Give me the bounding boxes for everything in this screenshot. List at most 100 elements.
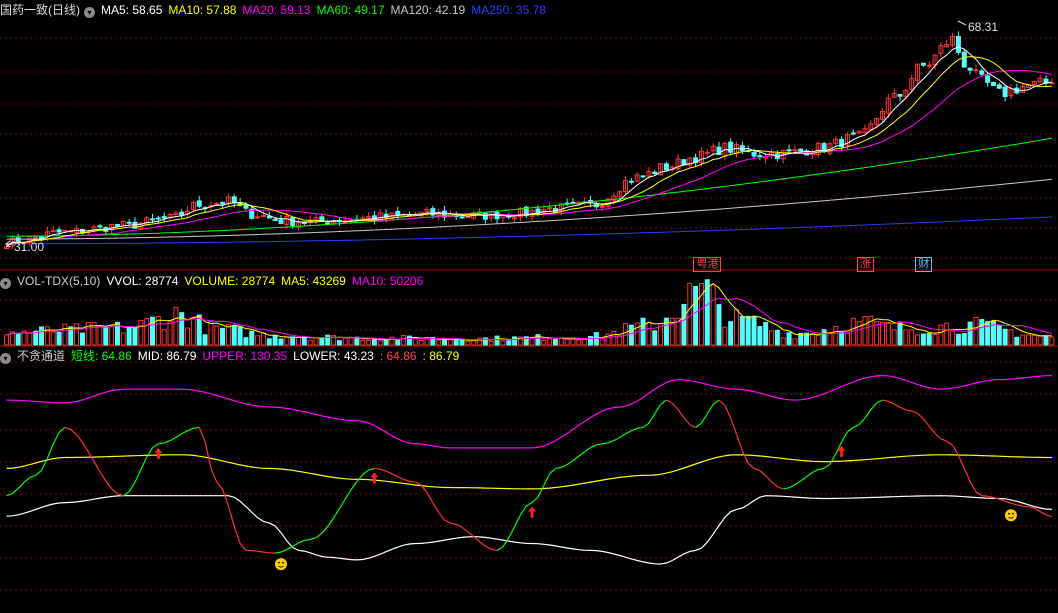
short-line-segment-128: [747, 462, 755, 469]
short-line-segment-6: [35, 469, 42, 476]
indicator-panel[interactable]: [6, 374, 1053, 571]
short-line-segment-129: [753, 467, 761, 472]
short-line-segment-156: [911, 410, 918, 414]
indicator-legend-item-0: 不贪通道: [17, 349, 66, 363]
candle-body-46: [272, 218, 278, 221]
volume-ma10-line: [6, 297, 1053, 341]
volume-ma5-line: [6, 282, 1052, 341]
candle-body-55: [325, 222, 331, 225]
price-panel[interactable]: [4, 20, 1055, 250]
volume-bar-21: [126, 327, 132, 346]
short-line-segment-149: [870, 402, 878, 411]
volume-bar-102: [599, 337, 605, 346]
volume-bar-144: [844, 332, 850, 346]
short-line-segment-114: [666, 399, 673, 404]
volume-bar-158: [926, 333, 932, 346]
event-tag-2[interactable]: 财: [915, 257, 933, 272]
volume-bar-92: [541, 339, 547, 346]
short-line-segment-102: [596, 443, 603, 446]
volume-bar-85: [500, 340, 506, 346]
short-line-segment-3: [17, 482, 25, 489]
volume-bar-179: [1049, 336, 1055, 346]
volume-bar-33: [196, 314, 202, 346]
volume-bar-20: [120, 332, 126, 346]
short-line-segment-105: [613, 436, 620, 442]
candle-body-39: [231, 196, 237, 204]
short-line-segment-31: [181, 430, 188, 435]
short-line-segment-173: [1010, 502, 1017, 506]
candle-body-16: [97, 225, 103, 228]
volume-bar-35: [208, 320, 214, 346]
candle-body-158: [926, 64, 932, 67]
short-line-segment-57: [333, 508, 340, 519]
volume-bar-93: [547, 338, 553, 346]
short-line-segment-83: [485, 545, 492, 550]
volume-bar-63: [371, 338, 377, 346]
volume-bar-174: [1020, 334, 1026, 346]
short-line-segment-137: [800, 476, 807, 482]
chevron-down-icon[interactable]: ▾: [84, 7, 95, 18]
candle-body-49: [290, 217, 296, 226]
short-line-segment-62: [362, 469, 369, 476]
indicator-legend-item-1: 短线: 64.86: [71, 349, 132, 363]
short-line-segment-178: [1039, 511, 1047, 516]
stock-chart-canvas[interactable]: [0, 0, 1058, 613]
chevron-down-icon[interactable]: ▾: [0, 353, 11, 364]
candle-body-107: [628, 180, 634, 183]
ma-legend-item-1: MA10: 57.88: [168, 3, 237, 17]
volume-bar-176: [1031, 334, 1037, 346]
short-line-segment-69: [403, 478, 410, 482]
candle-body-10: [62, 229, 68, 232]
volume-bar-160: [938, 324, 944, 346]
volume-bar-125: [734, 308, 739, 346]
short-line-segment-24: [140, 457, 148, 471]
short-line-segment-98: [572, 455, 580, 462]
short-line-segment-112: [654, 404, 662, 415]
short-line-segment-14: [81, 441, 89, 452]
event-tag-1[interactable]: 涨: [856, 257, 874, 272]
volume-bar-98: [576, 339, 582, 346]
volume-bar-47: [278, 338, 284, 346]
volume-panel[interactable]: [4, 279, 1055, 346]
volume-bar-156: [915, 334, 921, 346]
indicator-legend-item-2: MID: 86.79: [137, 349, 197, 363]
volume-bar-55: [325, 334, 331, 346]
short-line-segment-131: [765, 475, 772, 483]
short-line-segment-140: [818, 467, 825, 471]
short-line-segment-79: [461, 526, 469, 533]
short-line-segment-166: [969, 481, 977, 492]
volume-bar-44: [260, 332, 266, 346]
volume-bar-126: [739, 316, 745, 346]
short-line-segment-132: [771, 481, 778, 488]
short-line-segment-119: [695, 422, 702, 428]
short-line-segment-123: [718, 399, 726, 406]
indicator-legend-item-6: : 86.79: [422, 349, 460, 363]
short-line-segment-77: [450, 522, 457, 525]
short-line-segment-174: [1016, 504, 1023, 507]
candle-body-120: [704, 151, 710, 154]
short-line-segment-64: [374, 467, 381, 470]
short-line-segment-44: [257, 550, 264, 553]
volume-bar-29: [173, 307, 179, 346]
volume-bar-77: [453, 338, 459, 346]
volume-bar-71: [418, 340, 424, 346]
volume-bar-107: [628, 324, 634, 346]
volume-header: ▾ VOL-TDX(5,10) VVOL: 28774 VOLUME: 28774 MA…: [0, 273, 435, 289]
candle-body-6: [39, 236, 45, 239]
volume-bar-142: [833, 325, 839, 346]
volume-bar-121: [710, 284, 716, 346]
volume-bar-74: [436, 339, 442, 346]
chevron-down-icon[interactable]: ▾: [0, 278, 11, 289]
volume-bar-131: [769, 330, 775, 346]
event-tag-0[interactable]: 粤港: [693, 257, 722, 272]
volume-bar-87: [512, 336, 518, 346]
short-line-segment-161: [940, 438, 947, 442]
short-line-segment-43: [251, 550, 258, 552]
volume-bar-111: [652, 330, 658, 346]
volume-bar-108: [634, 322, 640, 346]
smiley-eye-left-0: [278, 561, 280, 564]
short-line-segment-125: [730, 417, 738, 435]
volume-bar-23: [138, 319, 144, 346]
indicator-legend-item-4: LOWER: 43.23: [293, 349, 374, 363]
short-line-segment-76: [444, 519, 451, 524]
